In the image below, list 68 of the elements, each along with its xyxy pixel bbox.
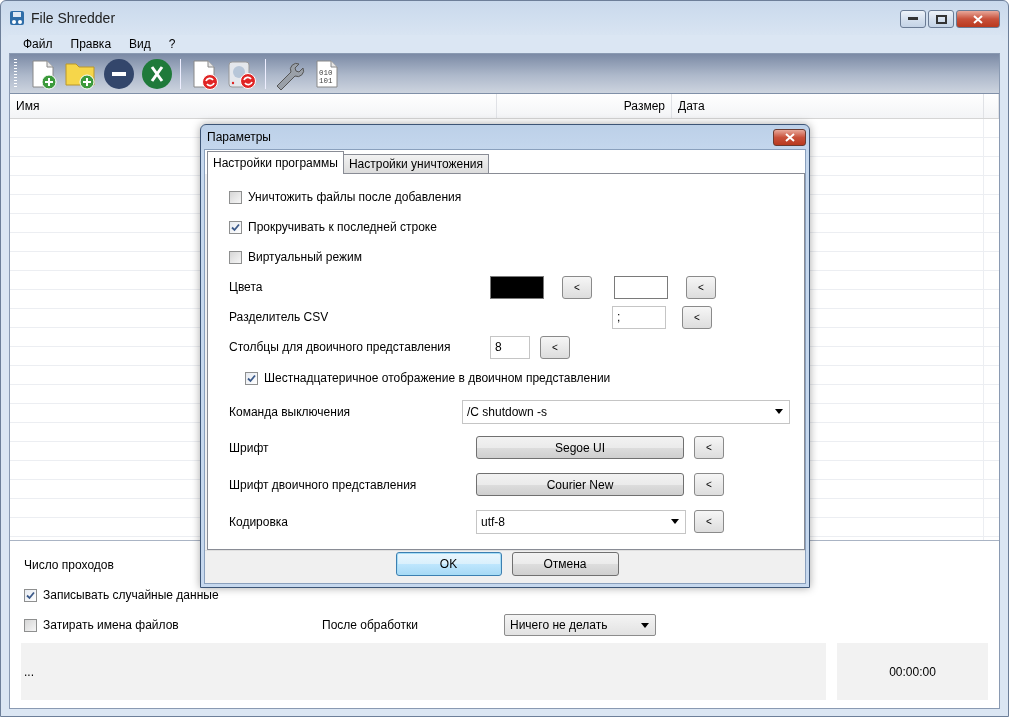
field-label: После обработки	[322, 618, 419, 632]
reset-button[interactable]: <	[694, 473, 724, 496]
checkbox[interactable]	[245, 371, 258, 385]
column-header[interactable]: Имя	[16, 99, 40, 113]
field-label: Шрифт двоичного представления	[229, 477, 418, 492]
maximize-icon	[935, 14, 947, 24]
menu-item[interactable]: Правка	[61, 37, 121, 51]
checkbox-label: Прокручивать к последней строке	[248, 220, 437, 234]
checkbox-label: Записывать случайные данные	[43, 588, 219, 602]
dropdown[interactable]: utf-8	[476, 509, 686, 534]
checkbox[interactable]	[229, 220, 242, 234]
field-label: Разделитель CSV	[229, 310, 330, 324]
menu-item[interactable]: ?	[159, 37, 185, 51]
toolbar-button[interactable]	[101, 56, 137, 91]
dropdown-arrow-icon	[641, 622, 649, 628]
menu-item[interactable]: Файл	[14, 37, 62, 51]
reset-button[interactable]: <	[686, 275, 716, 299]
close-button[interactable]	[773, 128, 806, 146]
dropdown-arrow-icon	[775, 409, 783, 414]
dropdown[interactable]: /C shutdown -s	[462, 399, 790, 424]
checkbox-label: Виртуальный режим	[248, 250, 363, 264]
tab[interactable]: Настройки уничтожения	[342, 154, 490, 174]
checkbox-label: Шестнадцатеричное отображение в двоичном представлении	[264, 371, 611, 385]
font-button[interactable]: Segoe UI	[476, 436, 684, 459]
elapsed-time: 00:00:00	[889, 664, 936, 679]
dropdown[interactable]: Ничего не делать	[504, 614, 656, 636]
app-icon	[9, 10, 25, 26]
field-label: Кодировка	[229, 514, 289, 529]
reset-button[interactable]: <	[694, 436, 724, 459]
column-header[interactable]: Дата	[678, 99, 705, 113]
checkbox[interactable]	[229, 250, 242, 264]
maximize-button[interactable]	[928, 10, 954, 28]
field-label: Команда выключения	[229, 404, 352, 419]
close-button[interactable]	[956, 10, 1000, 28]
column-header[interactable]: Размер	[623, 99, 665, 113]
dialog-title: Параметры	[207, 130, 271, 144]
checkbox-label: Уничтожить файлы после добавления	[248, 190, 462, 204]
field-label: Цвета	[229, 280, 264, 294]
reset-button[interactable]: <	[562, 275, 592, 299]
close-icon	[784, 132, 795, 142]
reset-button[interactable]: <	[682, 305, 712, 329]
tab[interactable]: Настройки программы	[207, 151, 344, 174]
font-button[interactable]: Courier New	[476, 473, 684, 496]
status-text: ...	[24, 664, 34, 679]
dropdown-arrow-icon	[671, 519, 679, 524]
menu-item[interactable]: Вид	[120, 37, 160, 51]
color-swatch[interactable]	[490, 275, 544, 299]
field-label: Столбцы для двоичного представления	[229, 340, 452, 354]
cancel-button[interactable]: Отмена	[511, 552, 619, 576]
minus-icon	[103, 57, 135, 90]
minimize-button[interactable]	[900, 10, 926, 28]
x-circle-icon	[141, 57, 173, 90]
text-field[interactable]: 8	[490, 335, 530, 359]
minimize-icon	[908, 17, 918, 21]
ok-button[interactable]: OK	[395, 552, 502, 576]
close-icon	[973, 14, 983, 24]
checkbox-label: Затирать имена файлов	[43, 618, 179, 632]
text-field[interactable]: ;	[612, 305, 666, 329]
checkbox[interactable]	[24, 588, 37, 602]
reset-button[interactable]: <	[694, 510, 724, 533]
toolbar-button[interactable]	[139, 56, 175, 91]
checkbox[interactable]	[229, 190, 242, 204]
checkbox[interactable]	[24, 618, 37, 632]
reset-button[interactable]: <	[540, 335, 570, 359]
field-label: Число проходов	[24, 558, 115, 572]
color-swatch[interactable]	[614, 275, 668, 299]
window-title: File Shredder	[31, 10, 116, 26]
field-label: Шрифт	[229, 440, 270, 455]
